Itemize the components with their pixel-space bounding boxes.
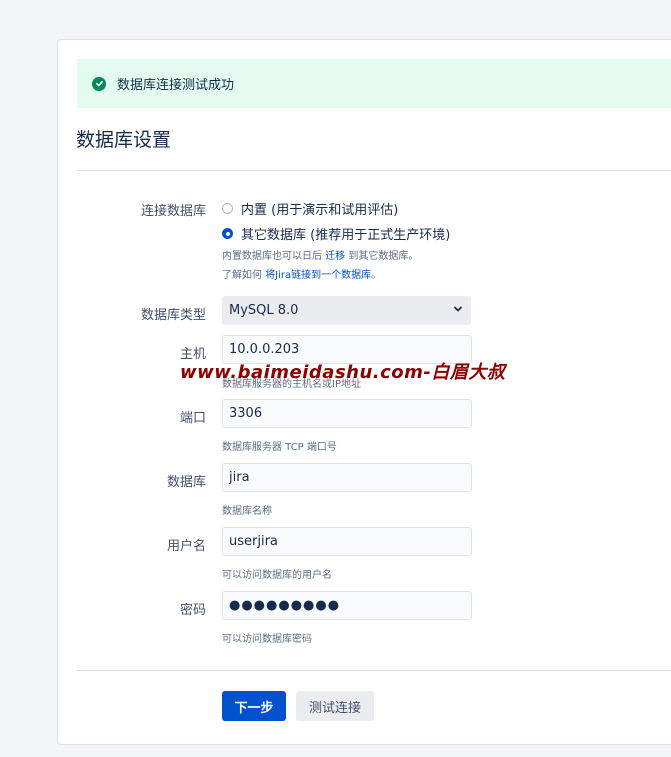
- radio-other-control[interactable]: [222, 228, 233, 239]
- divider-top: [76, 170, 671, 171]
- connect-db-link[interactable]: 将Jira链接到一个数据库: [265, 270, 371, 281]
- watermark-text: www.baimeidashu.com-白眉大叔: [180, 362, 506, 383]
- database-input[interactable]: jira: [222, 463, 472, 492]
- radio-builtin-label: 内置 (用于演示和试用评估): [241, 203, 399, 218]
- migrate-link[interactable]: 迁移: [325, 251, 345, 262]
- migrate-note-suffix: 到其它数据库。: [348, 251, 419, 262]
- username-label: 用户名: [166, 539, 206, 554]
- db-type-label: 数据库类型: [140, 308, 206, 323]
- radio-other-label: 其它数据库 (推荐用于正式生产环境): [241, 228, 451, 243]
- port-input[interactable]: 3306: [222, 399, 472, 428]
- username-help: 可以访问数据库的用户名: [222, 570, 332, 581]
- learn-note: 了解如何 将Jira链接到一个数据库。: [222, 266, 381, 281]
- port-help: 数据库服务器 TCP 端口号: [222, 442, 337, 453]
- database-label: 数据库: [166, 475, 206, 490]
- radio-builtin-control[interactable]: [222, 203, 233, 214]
- username-input[interactable]: userjira: [222, 527, 472, 556]
- database-help: 数据库名称: [222, 506, 272, 517]
- connection-label: 连接数据库: [140, 204, 206, 219]
- migrate-note: 内置数据库也可以日后 迁移 到其它数据库。: [222, 247, 418, 262]
- banner-message: 数据库连接测试成功: [117, 78, 235, 93]
- learn-note-suffix: 。: [371, 270, 382, 281]
- password-input[interactable]: ●●●●●●●●●: [222, 591, 472, 620]
- migrate-note-prefix: 内置数据库也可以日后: [222, 251, 322, 262]
- db-type-select[interactable]: MySQL 8.0: [222, 296, 471, 325]
- db-type-value: MySQL 8.0: [229, 303, 299, 318]
- host-label: 主机: [179, 347, 206, 362]
- check-circle-icon: [92, 76, 106, 91]
- radio-builtin[interactable]: 内置 (用于演示和试用评估): [222, 199, 398, 218]
- password-help: 可以访问数据库密码: [222, 634, 312, 645]
- success-banner: 数据库连接测试成功: [77, 59, 671, 108]
- page-title: 数据库设置: [76, 129, 172, 151]
- password-label: 密码: [179, 603, 206, 618]
- chevron-down-icon: [453, 303, 463, 318]
- next-button[interactable]: 下一步: [222, 691, 286, 721]
- test-connection-button[interactable]: 测试连接: [296, 691, 374, 721]
- divider-bottom: [76, 670, 671, 671]
- learn-note-prefix: 了解如何: [222, 270, 262, 281]
- radio-other[interactable]: 其它数据库 (推荐用于正式生产环境): [222, 224, 450, 243]
- port-label: 端口: [179, 411, 206, 426]
